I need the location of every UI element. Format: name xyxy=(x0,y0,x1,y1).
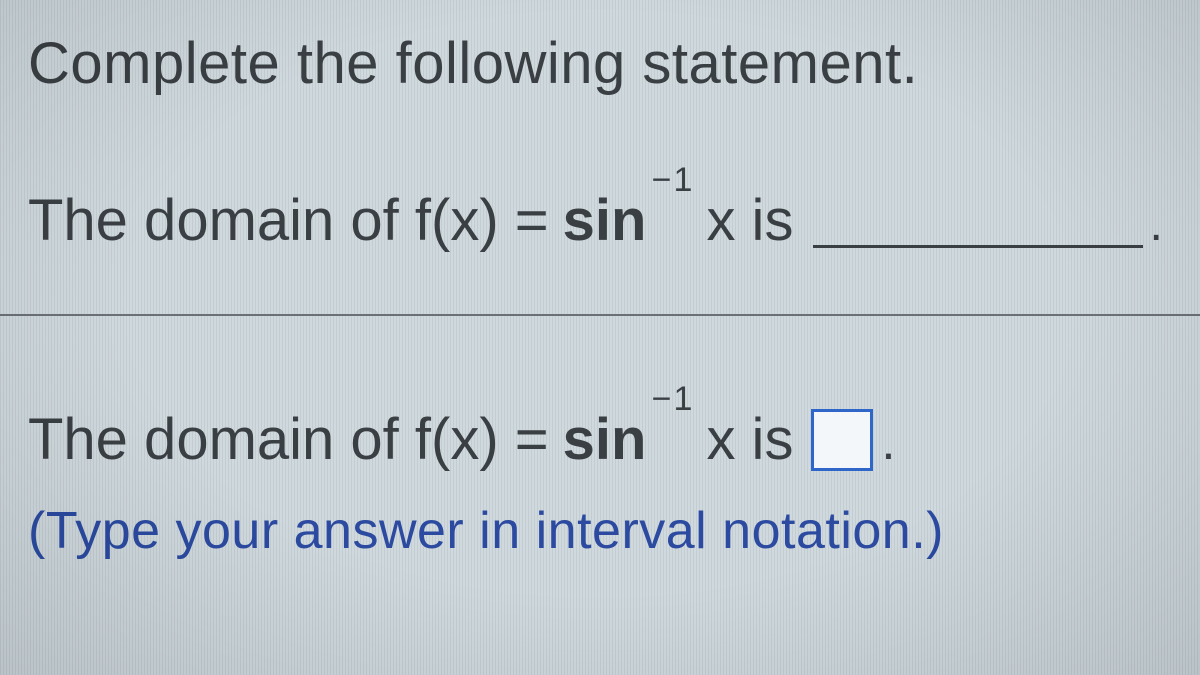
question-statement: The domain of f(x) = sin −1 x is . xyxy=(28,187,1172,254)
answer-hint: (Type your answer in interval notation.) xyxy=(28,501,1172,561)
answer-function-sin: sin xyxy=(563,407,647,472)
answer-input-box[interactable] xyxy=(811,409,873,471)
answer-function-exponent: −1 xyxy=(652,380,693,419)
function-sin: sin xyxy=(563,188,647,253)
exponent-one: 1 xyxy=(674,161,693,199)
instruction-text: Complete the following statement. xyxy=(28,30,1172,97)
answer-statement-after: x is xyxy=(706,406,793,473)
answer-period: . xyxy=(881,413,895,473)
fill-in-blank-line xyxy=(813,245,1143,248)
answer-exponent-minus: − xyxy=(652,380,674,418)
statement-after: x is xyxy=(706,187,793,254)
statement-period: . xyxy=(1149,197,1162,254)
answer-section: The domain of f(x) = sin −1 x is . (Type… xyxy=(0,316,1200,591)
function-expression: sin −1 xyxy=(563,187,647,254)
answer-lead: The domain of f(x) = xyxy=(28,406,549,473)
function-exponent: −1 xyxy=(652,161,693,200)
statement-lead: The domain of f(x) = xyxy=(28,187,549,254)
answer-function-expression: sin −1 xyxy=(563,406,647,473)
exponent-minus: − xyxy=(652,161,674,199)
answer-exponent-one: 1 xyxy=(674,380,693,418)
question-section: Complete the following statement. The do… xyxy=(0,0,1200,316)
answer-statement: The domain of f(x) = sin −1 x is . xyxy=(28,406,1172,473)
